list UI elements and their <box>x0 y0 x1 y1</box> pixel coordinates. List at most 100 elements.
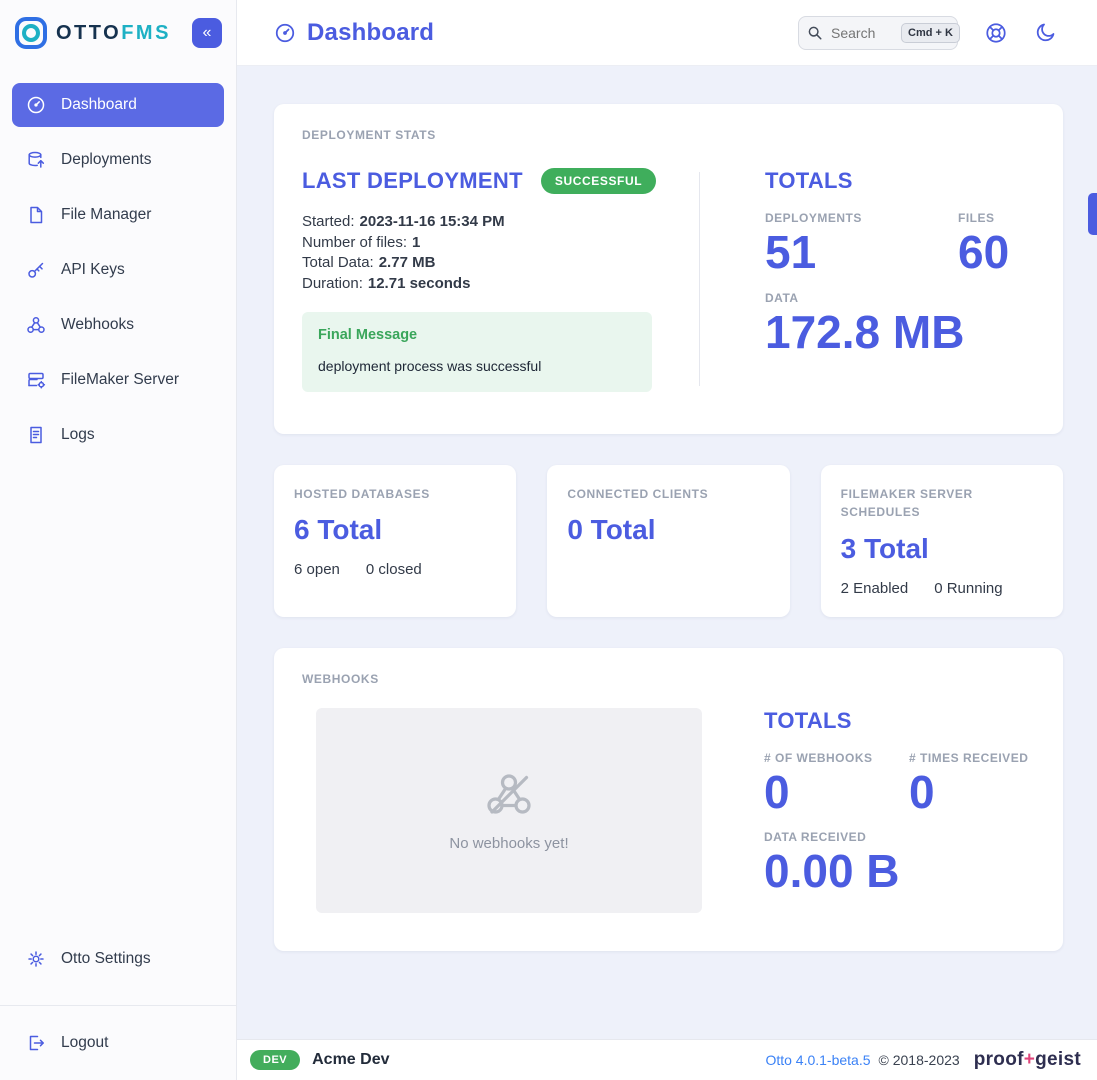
webhooks-icon <box>26 315 46 335</box>
webhooks-empty-text: No webhooks yet! <box>449 835 568 852</box>
field-duration: Duration:12.71 seconds <box>302 274 699 295</box>
sidebar-item-deployments[interactable]: Deployments <box>12 138 224 182</box>
totals-title: TOTALS <box>765 168 1009 194</box>
logout-label: Logout <box>61 1034 108 1052</box>
field-started: Started:2023-11-16 15:34 PM <box>302 212 699 233</box>
summary-cards-row: HOSTED DATABASES 6 Total 6 open 0 closed… <box>274 465 1063 617</box>
deployment-stats-card: DEPLOYMENT STATS LAST DEPLOYMENT SUCCESS… <box>274 104 1063 434</box>
totals-panel: TOTALS DEPLOYMENTS 51 FILES 60 D <box>765 168 1009 392</box>
server-name: Acme Dev <box>312 1051 389 1069</box>
sidebar-item-label: API Keys <box>61 261 125 279</box>
deployment-status-badge: SUCCESSFUL <box>541 168 656 194</box>
sidebar-item-file-manager[interactable]: File Manager <box>12 193 224 237</box>
field-total-data: Total Data:2.77 MB <box>302 253 699 274</box>
logs-icon <box>26 425 46 445</box>
deployment-stats-label: DEPLOYMENT STATS <box>302 128 1035 142</box>
api-keys-icon <box>26 260 46 280</box>
fms-schedules-details: 2 Enabled 0 Running <box>841 580 1043 597</box>
sidebar-item-label: Webhooks <box>61 316 134 334</box>
search-box[interactable]: Cmd + K <box>798 16 958 50</box>
connected-clients-label: CONNECTED CLIENTS <box>567 485 752 504</box>
file-manager-icon <box>26 205 46 225</box>
stat-data: DATA 172.8 MB <box>765 291 1009 359</box>
page-title-wrap: Dashboard <box>274 19 434 47</box>
search-shortcut-kbd: Cmd + K <box>901 23 960 43</box>
dashboard-title-icon <box>274 22 296 44</box>
sidebar-item-logs[interactable]: Logs <box>12 413 224 457</box>
dark-mode-toggle[interactable] <box>1034 21 1057 44</box>
copyright-text: © 2018-2023 <box>879 1052 960 1068</box>
final-message-title: Final Message <box>318 327 636 343</box>
final-message-box: Final Message deployment process was suc… <box>302 312 652 392</box>
hosted-databases-details: 6 open 0 closed <box>294 561 496 578</box>
search-input[interactable] <box>829 24 895 42</box>
sidebar: OTTOFMS « Dashboard Deployments File <box>0 0 237 1080</box>
dashboard-content: DEPLOYMENT STATS LAST DEPLOYMENT SUCCESS… <box>237 66 1097 1039</box>
webhooks-label: WEBHOOKS <box>302 672 1035 686</box>
footer-right: Otto 4.0.1-beta.5 © 2018-2023 proof+geis… <box>765 1049 1081 1071</box>
sidebar-item-label: Otto Settings <box>61 950 151 968</box>
search-icon <box>807 25 823 41</box>
app-window: OTTOFMS « Dashboard Deployments File <box>0 0 1097 1080</box>
logout-section: Logout <box>0 1005 236 1080</box>
fms-schedules-label: FILEMAKER SERVER SCHEDULES <box>841 485 1026 522</box>
logout-icon <box>26 1033 46 1053</box>
webhooks-empty-state: No webhooks yet! <box>316 708 702 913</box>
deployment-fields: Started:2023-11-16 15:34 PM Number of fi… <box>302 212 699 295</box>
filemaker-server-icon <box>26 370 46 390</box>
fms-schedules-total: 3 Total <box>841 533 1043 565</box>
hosted-databases-card: HOSTED DATABASES 6 Total 6 open 0 closed <box>274 465 516 617</box>
moon-icon <box>1034 21 1057 44</box>
logo-text-fms: FMS <box>121 22 171 44</box>
hosted-databases-total: 6 Total <box>294 514 496 546</box>
logout-button[interactable]: Logout <box>12 1021 224 1065</box>
edge-widget-tab[interactable] <box>1088 193 1097 235</box>
sidebar-item-webhooks[interactable]: Webhooks <box>12 303 224 347</box>
field-number-of-files: Number of files:1 <box>302 233 699 254</box>
sidebar-bottom: Otto Settings Logout <box>0 937 236 1080</box>
page-title: Dashboard <box>307 19 434 47</box>
sidebar-item-otto-settings[interactable]: Otto Settings <box>12 937 224 981</box>
hosted-databases-label: HOSTED DATABASES <box>294 485 479 504</box>
stat-data-received: DATA RECEIVED 0.00 B <box>764 830 1028 898</box>
deployment-stats-body: LAST DEPLOYMENT SUCCESSFUL Started:2023-… <box>302 168 1035 392</box>
topbar-actions: Cmd + K <box>798 16 1057 50</box>
sidebar-item-api-keys[interactable]: API Keys <box>12 248 224 292</box>
dashboard-icon <box>26 95 46 115</box>
chevron-double-left-icon: « <box>203 25 212 41</box>
top-bar: Dashboard Cmd + K <box>237 0 1097 66</box>
sidebar-header: OTTOFMS « <box>0 0 236 66</box>
final-message-text: deployment process was successful <box>318 358 636 374</box>
webhooks-totals-panel: TOTALS # OF WEBHOOKS 0 # TIMES RECEIVED … <box>764 708 1028 913</box>
env-badge: DEV <box>250 1050 300 1070</box>
sidebar-item-filemaker-server[interactable]: FileMaker Server <box>12 358 224 402</box>
main-area: Dashboard Cmd + K <box>237 0 1097 1080</box>
connected-clients-card: CONNECTED CLIENTS 0 Total <box>547 465 789 617</box>
collapse-sidebar-button[interactable]: « <box>192 18 222 48</box>
sidebar-item-label: File Manager <box>61 206 151 224</box>
stat-files: FILES 60 <box>958 211 1009 279</box>
sidebar-nav: Dashboard Deployments File Manager API K… <box>0 66 236 457</box>
stat-deployments: DEPLOYMENTS 51 <box>765 211 958 279</box>
deployments-icon <box>26 150 46 170</box>
logo-text-otto: OTTO <box>56 22 121 44</box>
sidebar-item-dashboard[interactable]: Dashboard <box>12 83 224 127</box>
ottofms-logo-icon <box>14 16 48 50</box>
fms-schedules-card: FILEMAKER SERVER SCHEDULES 3 Total 2 Ena… <box>821 465 1063 617</box>
vertical-divider <box>699 172 700 386</box>
stat-times-received: # TIMES RECEIVED 0 <box>909 751 1028 819</box>
webhooks-totals-title: TOTALS <box>764 708 1028 734</box>
support-icon <box>984 21 1008 45</box>
support-button[interactable] <box>984 21 1008 45</box>
footer: DEV Acme Dev Otto 4.0.1-beta.5 © 2018-20… <box>237 1039 1097 1080</box>
version-link[interactable]: Otto 4.0.1-beta.5 <box>765 1052 870 1068</box>
last-deployment-title: LAST DEPLOYMENT <box>302 168 523 194</box>
sidebar-item-label: Dashboard <box>61 96 137 114</box>
webhooks-card: WEBHOOKS No webhooks yet! TOTALS # OF WE… <box>274 648 1063 951</box>
connected-clients-total: 0 Total <box>567 514 769 546</box>
gear-icon <box>26 949 46 969</box>
sidebar-item-label: Deployments <box>61 151 151 169</box>
sidebar-item-label: Logs <box>61 426 95 444</box>
sidebar-item-label: FileMaker Server <box>61 371 179 389</box>
proof-geist-logo: proof+geist <box>974 1049 1081 1071</box>
